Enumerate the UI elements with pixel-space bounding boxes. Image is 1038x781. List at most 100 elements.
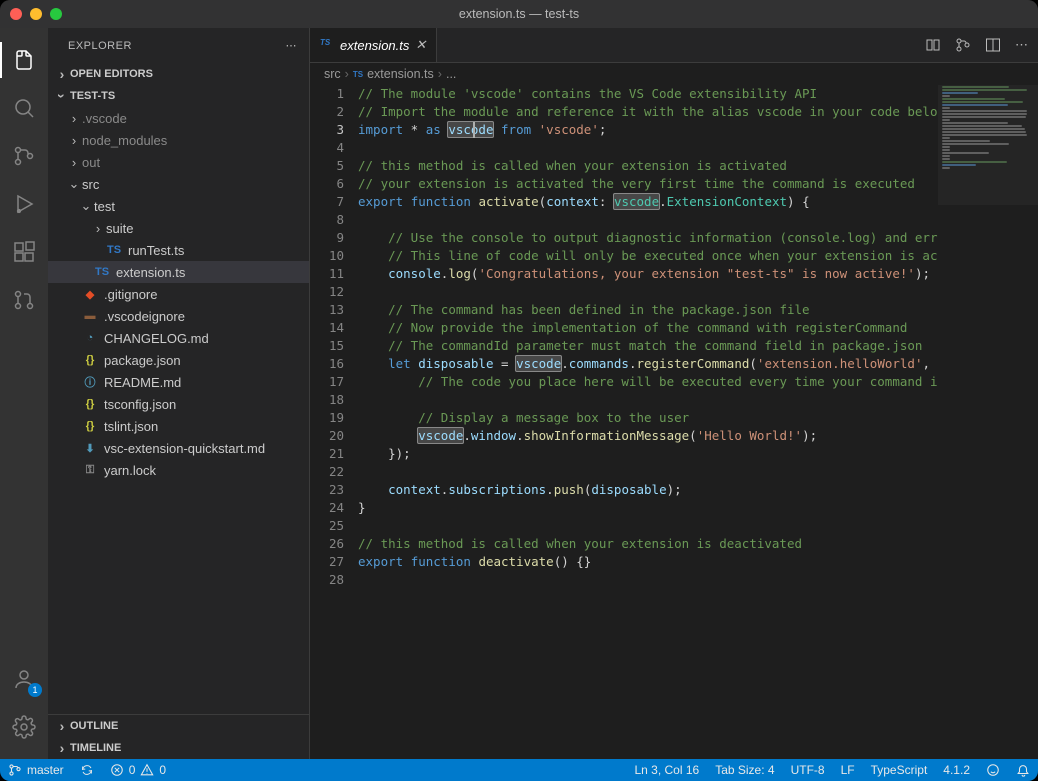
window-title: extension.ts — test-ts bbox=[0, 7, 1038, 21]
code-line[interactable]: import * as vscode from 'vscode'; bbox=[358, 121, 938, 139]
editor-more-icon[interactable]: ⋯ bbox=[1015, 37, 1028, 53]
ts-icon: TS bbox=[94, 264, 110, 280]
tree-file[interactable]: TSrunTest.ts bbox=[48, 239, 309, 261]
code-line[interactable]: console.log('Congratulations, your exten… bbox=[358, 265, 938, 283]
ignore-icon: ▬ bbox=[82, 308, 98, 324]
text-cursor bbox=[473, 122, 475, 138]
minimap-slider[interactable] bbox=[938, 85, 1038, 205]
activity-search-icon[interactable] bbox=[0, 84, 48, 132]
tree-file[interactable]: ◔CHANGELOG.md bbox=[48, 327, 309, 349]
close-window-button[interactable] bbox=[10, 8, 22, 20]
code-editor[interactable]: 1234567891011121314151617181920212223242… bbox=[310, 85, 938, 759]
code-line[interactable]: // Import the module and reference it wi… bbox=[358, 103, 938, 121]
tree-item-label: README.md bbox=[104, 375, 181, 390]
split-editor-icon[interactable] bbox=[985, 37, 1001, 53]
code-line[interactable] bbox=[358, 517, 938, 535]
tree-file[interactable]: ▬.vscodeignore bbox=[48, 305, 309, 327]
code-line[interactable]: // The command has been defined in the p… bbox=[358, 301, 938, 319]
status-encoding[interactable]: UTF-8 bbox=[783, 759, 833, 781]
code-line[interactable] bbox=[358, 571, 938, 589]
activity-account-icon[interactable]: 1 bbox=[0, 655, 48, 703]
tree-folder[interactable]: ›node_modules bbox=[48, 129, 309, 151]
tree-folder[interactable]: ›.vscode bbox=[48, 107, 309, 129]
chevron-down-icon: ⌄ bbox=[78, 198, 94, 214]
status-language[interactable]: TypeScript bbox=[863, 759, 936, 781]
code-line[interactable]: // The code you place here will be execu… bbox=[358, 373, 938, 391]
activity-scm-icon[interactable] bbox=[0, 132, 48, 180]
tree-file[interactable]: ⓘREADME.md bbox=[48, 371, 309, 393]
code-line[interactable] bbox=[358, 391, 938, 409]
compare-changes-icon[interactable] bbox=[925, 37, 941, 53]
code-line[interactable] bbox=[358, 211, 938, 229]
code-line[interactable]: // this method is called when your exten… bbox=[358, 157, 938, 175]
chevron-right-icon: › bbox=[66, 133, 82, 148]
tree-file[interactable]: {}package.json bbox=[48, 349, 309, 371]
status-bell-icon[interactable] bbox=[1008, 759, 1038, 781]
code-line[interactable]: // This line of code will only be execut… bbox=[358, 247, 938, 265]
code-line[interactable]: // Display a message box to the user bbox=[358, 409, 938, 427]
code-line[interactable] bbox=[358, 283, 938, 301]
code-line[interactable]: // The commandId parameter must match th… bbox=[358, 337, 938, 355]
code-line[interactable]: vscode.window.showInformationMessage('He… bbox=[358, 427, 938, 445]
tree-item-label: vsc-extension-quickstart.md bbox=[104, 441, 265, 456]
status-cursor[interactable]: Ln 3, Col 16 bbox=[626, 759, 707, 781]
breadcrumbs[interactable]: src › TS extension.ts › ... bbox=[310, 63, 1038, 85]
breadcrumb-item[interactable]: extension.ts bbox=[367, 67, 434, 81]
code-line[interactable]: } bbox=[358, 499, 938, 517]
code-line[interactable]: context.subscriptions.push(disposable); bbox=[358, 481, 938, 499]
minimize-window-button[interactable] bbox=[30, 8, 42, 20]
status-sync[interactable] bbox=[72, 759, 102, 781]
tree-folder[interactable]: ›out bbox=[48, 151, 309, 173]
close-tab-icon[interactable]: ✕ bbox=[415, 37, 426, 53]
status-feedback-icon[interactable] bbox=[978, 759, 1008, 781]
tree-file[interactable]: {}tslint.json bbox=[48, 415, 309, 437]
code-line[interactable] bbox=[358, 139, 938, 157]
chevron-right-icon: › bbox=[66, 111, 82, 126]
code-line[interactable]: let disposable = vscode.commands.registe… bbox=[358, 355, 938, 373]
activity-run-icon[interactable] bbox=[0, 180, 48, 228]
status-eol[interactable]: LF bbox=[833, 759, 863, 781]
breadcrumb-item[interactable]: ... bbox=[446, 67, 456, 81]
section-timeline[interactable]: › TIMELINE bbox=[48, 737, 309, 759]
activity-explorer-icon[interactable] bbox=[0, 36, 48, 84]
status-ts-version[interactable]: 4.1.2 bbox=[935, 759, 978, 781]
activity-extensions-icon[interactable] bbox=[0, 228, 48, 276]
status-branch[interactable]: master bbox=[0, 759, 72, 781]
code-content[interactable]: // The module 'vscode' contains the VS C… bbox=[358, 85, 938, 759]
code-line[interactable]: export function activate(context: vscode… bbox=[358, 193, 938, 211]
code-line[interactable]: // this method is called when your exten… bbox=[358, 535, 938, 553]
tree-folder[interactable]: ›suite bbox=[48, 217, 309, 239]
section-project[interactable]: › TEST-TS bbox=[48, 85, 309, 107]
code-line[interactable]: export function deactivate() {} bbox=[358, 553, 938, 571]
lock-icon: ⚿ bbox=[82, 462, 98, 478]
code-line[interactable]: // Use the console to output diagnostic … bbox=[358, 229, 938, 247]
tree-file[interactable]: ◆.gitignore bbox=[48, 283, 309, 305]
changelog-icon: ◔ bbox=[82, 330, 98, 346]
tree-file[interactable]: ⚿yarn.lock bbox=[48, 459, 309, 481]
open-changes-icon[interactable] bbox=[955, 37, 971, 53]
tree-folder[interactable]: ⌄src bbox=[48, 173, 309, 195]
status-problems[interactable]: 0 0 bbox=[102, 759, 174, 781]
tab-extension-ts[interactable]: TS extension.ts ✕ bbox=[310, 28, 437, 62]
maximize-window-button[interactable] bbox=[50, 8, 62, 20]
tree-file[interactable]: {}tsconfig.json bbox=[48, 393, 309, 415]
minimap[interactable] bbox=[938, 85, 1038, 759]
breadcrumb-item[interactable]: src bbox=[324, 67, 341, 81]
section-open-editors[interactable]: › OPEN EDITORS bbox=[48, 63, 309, 85]
section-outline[interactable]: › OUTLINE bbox=[48, 715, 309, 737]
tree-file[interactable]: ⬇vsc-extension-quickstart.md bbox=[48, 437, 309, 459]
status-indent[interactable]: Tab Size: 4 bbox=[707, 759, 782, 781]
code-line[interactable]: // The module 'vscode' contains the VS C… bbox=[358, 85, 938, 103]
tree-item-label: tslint.json bbox=[104, 419, 158, 434]
file-tree[interactable]: ›.vscode›node_modules›out⌄src⌄test›suite… bbox=[48, 107, 309, 714]
code-line[interactable]: // Now provide the implementation of the… bbox=[358, 319, 938, 337]
tree-item-label: src bbox=[82, 177, 99, 192]
code-line[interactable]: }); bbox=[358, 445, 938, 463]
activity-pr-icon[interactable] bbox=[0, 276, 48, 324]
tree-folder[interactable]: ⌄test bbox=[48, 195, 309, 217]
tree-file[interactable]: TSextension.ts bbox=[48, 261, 309, 283]
code-line[interactable] bbox=[358, 463, 938, 481]
sidebar-more-icon[interactable]: ⋯ bbox=[286, 39, 298, 52]
activity-settings-icon[interactable] bbox=[0, 703, 48, 751]
code-line[interactable]: // your extension is activated the very … bbox=[358, 175, 938, 193]
